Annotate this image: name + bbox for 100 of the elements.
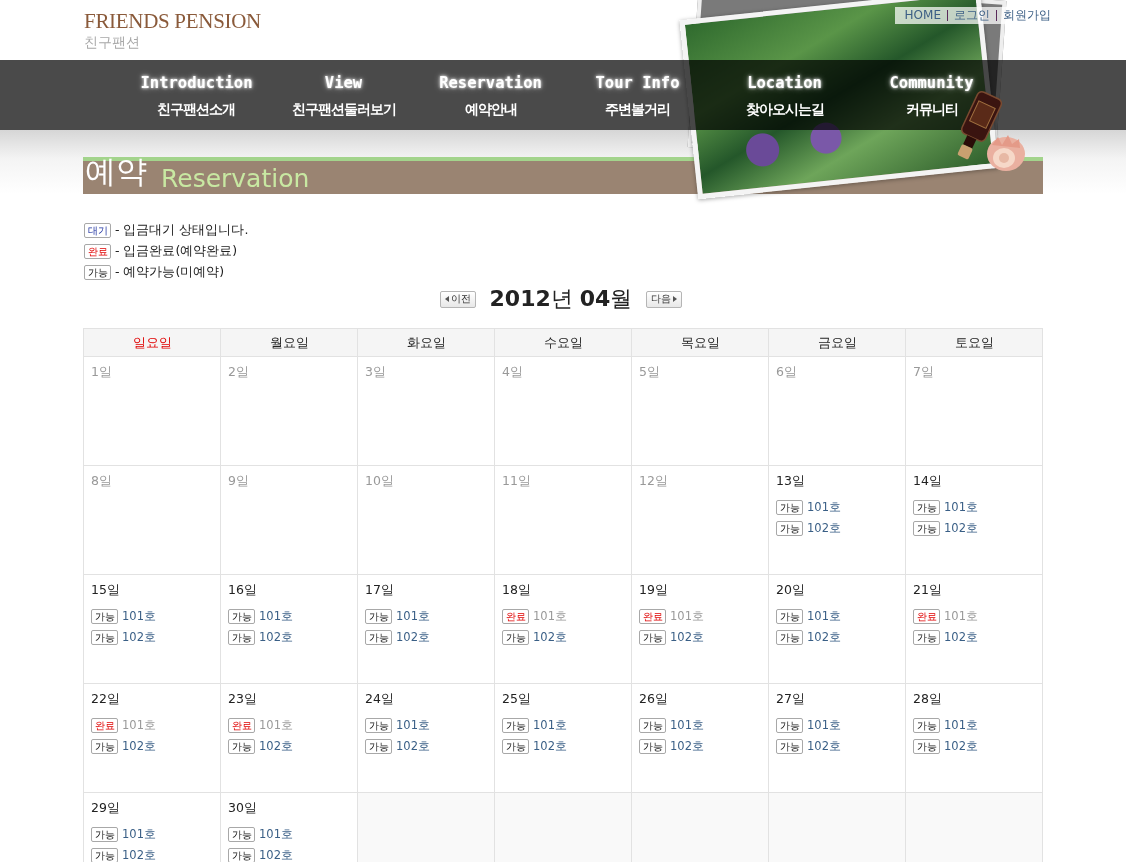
status-badge: 가능 xyxy=(91,609,118,624)
nav-item[interactable]: Location 찾아오시는길 xyxy=(745,60,824,119)
day-label: 16일 xyxy=(228,582,257,598)
room-link[interactable]: 101호 xyxy=(533,718,567,733)
prev-month-button[interactable]: 이전 xyxy=(439,290,476,308)
page-subtitle: Reservation xyxy=(161,164,310,194)
status-badge: 가능 xyxy=(776,739,803,754)
status-badge: 가능 xyxy=(639,739,666,754)
room-link[interactable]: 101호 xyxy=(259,827,293,842)
status-badge: 완료 xyxy=(913,609,940,624)
room-link[interactable]: 101호 xyxy=(396,609,430,624)
nav-item[interactable]: Introduction 친구팬션소개 xyxy=(140,60,253,119)
weekday-header: 일요일 xyxy=(84,329,221,357)
day-label: 5일 xyxy=(639,364,660,380)
room-link[interactable]: 102호 xyxy=(259,848,293,862)
room-link[interactable]: 102호 xyxy=(807,521,841,536)
room-link[interactable]: 101호 xyxy=(944,500,978,515)
status-badge: 가능 xyxy=(913,521,940,536)
day-label: 12일 xyxy=(639,473,668,489)
day-label: 14일 xyxy=(913,473,942,489)
day-label: 3일 xyxy=(365,364,386,380)
room-link[interactable]: 102호 xyxy=(807,739,841,754)
top-link[interactable]: HOME xyxy=(898,8,947,23)
day-label: 28일 xyxy=(913,691,942,707)
status-badge: 대기 xyxy=(84,223,111,238)
room-link[interactable]: 102호 xyxy=(259,739,293,754)
next-month-button[interactable]: 다음 xyxy=(646,290,683,308)
status-badge: 가능 xyxy=(502,630,529,645)
room-link[interactable]: 102호 xyxy=(807,630,841,645)
room-link[interactable]: 101호 xyxy=(944,718,978,733)
status-badge: 완료 xyxy=(228,718,255,733)
logo-text[interactable]: FRIENDS PENSION xyxy=(84,8,261,34)
status-badge: 가능 xyxy=(228,739,255,754)
nav-item[interactable]: Tour Info 주변볼거리 xyxy=(595,60,680,119)
status-badge: 가능 xyxy=(228,630,255,645)
room-link[interactable]: 102호 xyxy=(944,630,978,645)
room-link[interactable]: 102호 xyxy=(396,630,430,645)
nav-item[interactable]: Reservation 예약안내 xyxy=(439,60,542,119)
weekday-header: 수요일 xyxy=(495,329,632,357)
day-label: 8일 xyxy=(91,473,112,489)
room-link[interactable]: 101호 xyxy=(807,609,841,624)
room-link[interactable]: 101호 xyxy=(396,718,430,733)
status-badge: 가능 xyxy=(365,718,392,733)
room-link[interactable]: 101호 xyxy=(670,718,704,733)
day-label: 9일 xyxy=(228,473,249,489)
room-link[interactable]: 101호 xyxy=(122,609,156,624)
status-badge: 가능 xyxy=(913,630,940,645)
day-label: 15일 xyxy=(91,582,120,598)
top-link[interactable]: 회원가입 xyxy=(997,8,1057,23)
room-link[interactable]: 102호 xyxy=(944,739,978,754)
status-badge: 가능 xyxy=(913,718,940,733)
room-link[interactable]: 101호 xyxy=(122,827,156,842)
status-badge: 가능 xyxy=(228,848,255,862)
room-link[interactable]: 102호 xyxy=(670,739,704,754)
status-badge: 가능 xyxy=(502,718,529,733)
status-badge: 가능 xyxy=(776,521,803,536)
day-label: 23일 xyxy=(228,691,257,707)
room-link[interactable]: 102호 xyxy=(122,630,156,645)
status-badge: 완료 xyxy=(639,609,666,624)
day-label: 22일 xyxy=(91,691,120,707)
day-label: 11일 xyxy=(502,473,531,489)
caret-icon xyxy=(673,296,678,302)
room-link[interactable]: 102호 xyxy=(670,630,704,645)
status-badge: 가능 xyxy=(365,630,392,645)
room-link[interactable]: 102호 xyxy=(944,521,978,536)
day-label: 20일 xyxy=(776,582,805,598)
day-label: 19일 xyxy=(639,582,668,598)
room-link[interactable]: 102호 xyxy=(396,739,430,754)
room-link[interactable]: 101호 xyxy=(807,500,841,515)
day-label: 4일 xyxy=(502,364,523,380)
room-link[interactable]: 102호 xyxy=(259,630,293,645)
room-link[interactable]: 101호 xyxy=(807,718,841,733)
day-label: 1일 xyxy=(91,364,112,380)
status-badge: 가능 xyxy=(639,718,666,733)
room-link[interactable]: 102호 xyxy=(122,848,156,862)
top-link[interactable]: 로그인 xyxy=(948,8,996,23)
nav-item[interactable]: Community 커뮤니티 xyxy=(889,60,974,119)
status-badge: 완료 xyxy=(84,244,111,259)
day-label: 18일 xyxy=(502,582,531,598)
status-badge: 완료 xyxy=(502,609,529,624)
day-label: 26일 xyxy=(639,691,668,707)
status-badge: 가능 xyxy=(228,827,255,842)
status-badge: 가능 xyxy=(776,718,803,733)
status-badge: 가능 xyxy=(776,500,803,515)
day-label: 7일 xyxy=(913,364,934,380)
room-link[interactable]: 102호 xyxy=(533,739,567,754)
day-label: 29일 xyxy=(91,800,120,816)
room-link[interactable]: 101호 xyxy=(259,609,293,624)
room-link[interactable]: 102호 xyxy=(122,739,156,754)
status-badge: 가능 xyxy=(913,739,940,754)
status-badge: 가능 xyxy=(365,609,392,624)
day-label: 25일 xyxy=(502,691,531,707)
nav-item[interactable]: View 친구팬션둘러보기 xyxy=(291,60,396,119)
weekday-header: 토요일 xyxy=(906,329,1043,357)
status-badge: 가능 xyxy=(91,848,118,862)
status-badge: 가능 xyxy=(228,609,255,624)
day-label: 24일 xyxy=(365,691,394,707)
room-link[interactable]: 102호 xyxy=(533,630,567,645)
page-title: 예약 xyxy=(85,153,147,189)
legend-text: - 예약가능(미예약) xyxy=(115,264,225,281)
